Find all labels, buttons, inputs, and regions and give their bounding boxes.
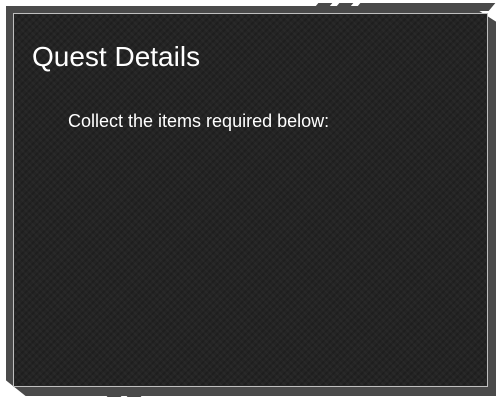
quest-instruction: Collect the items required below: xyxy=(68,111,330,131)
frame-stripe-top-3 xyxy=(353,3,496,11)
quest-dialog: Quest Details Collect the items required… xyxy=(0,0,500,400)
dialog-title: Quest Details xyxy=(32,41,201,72)
